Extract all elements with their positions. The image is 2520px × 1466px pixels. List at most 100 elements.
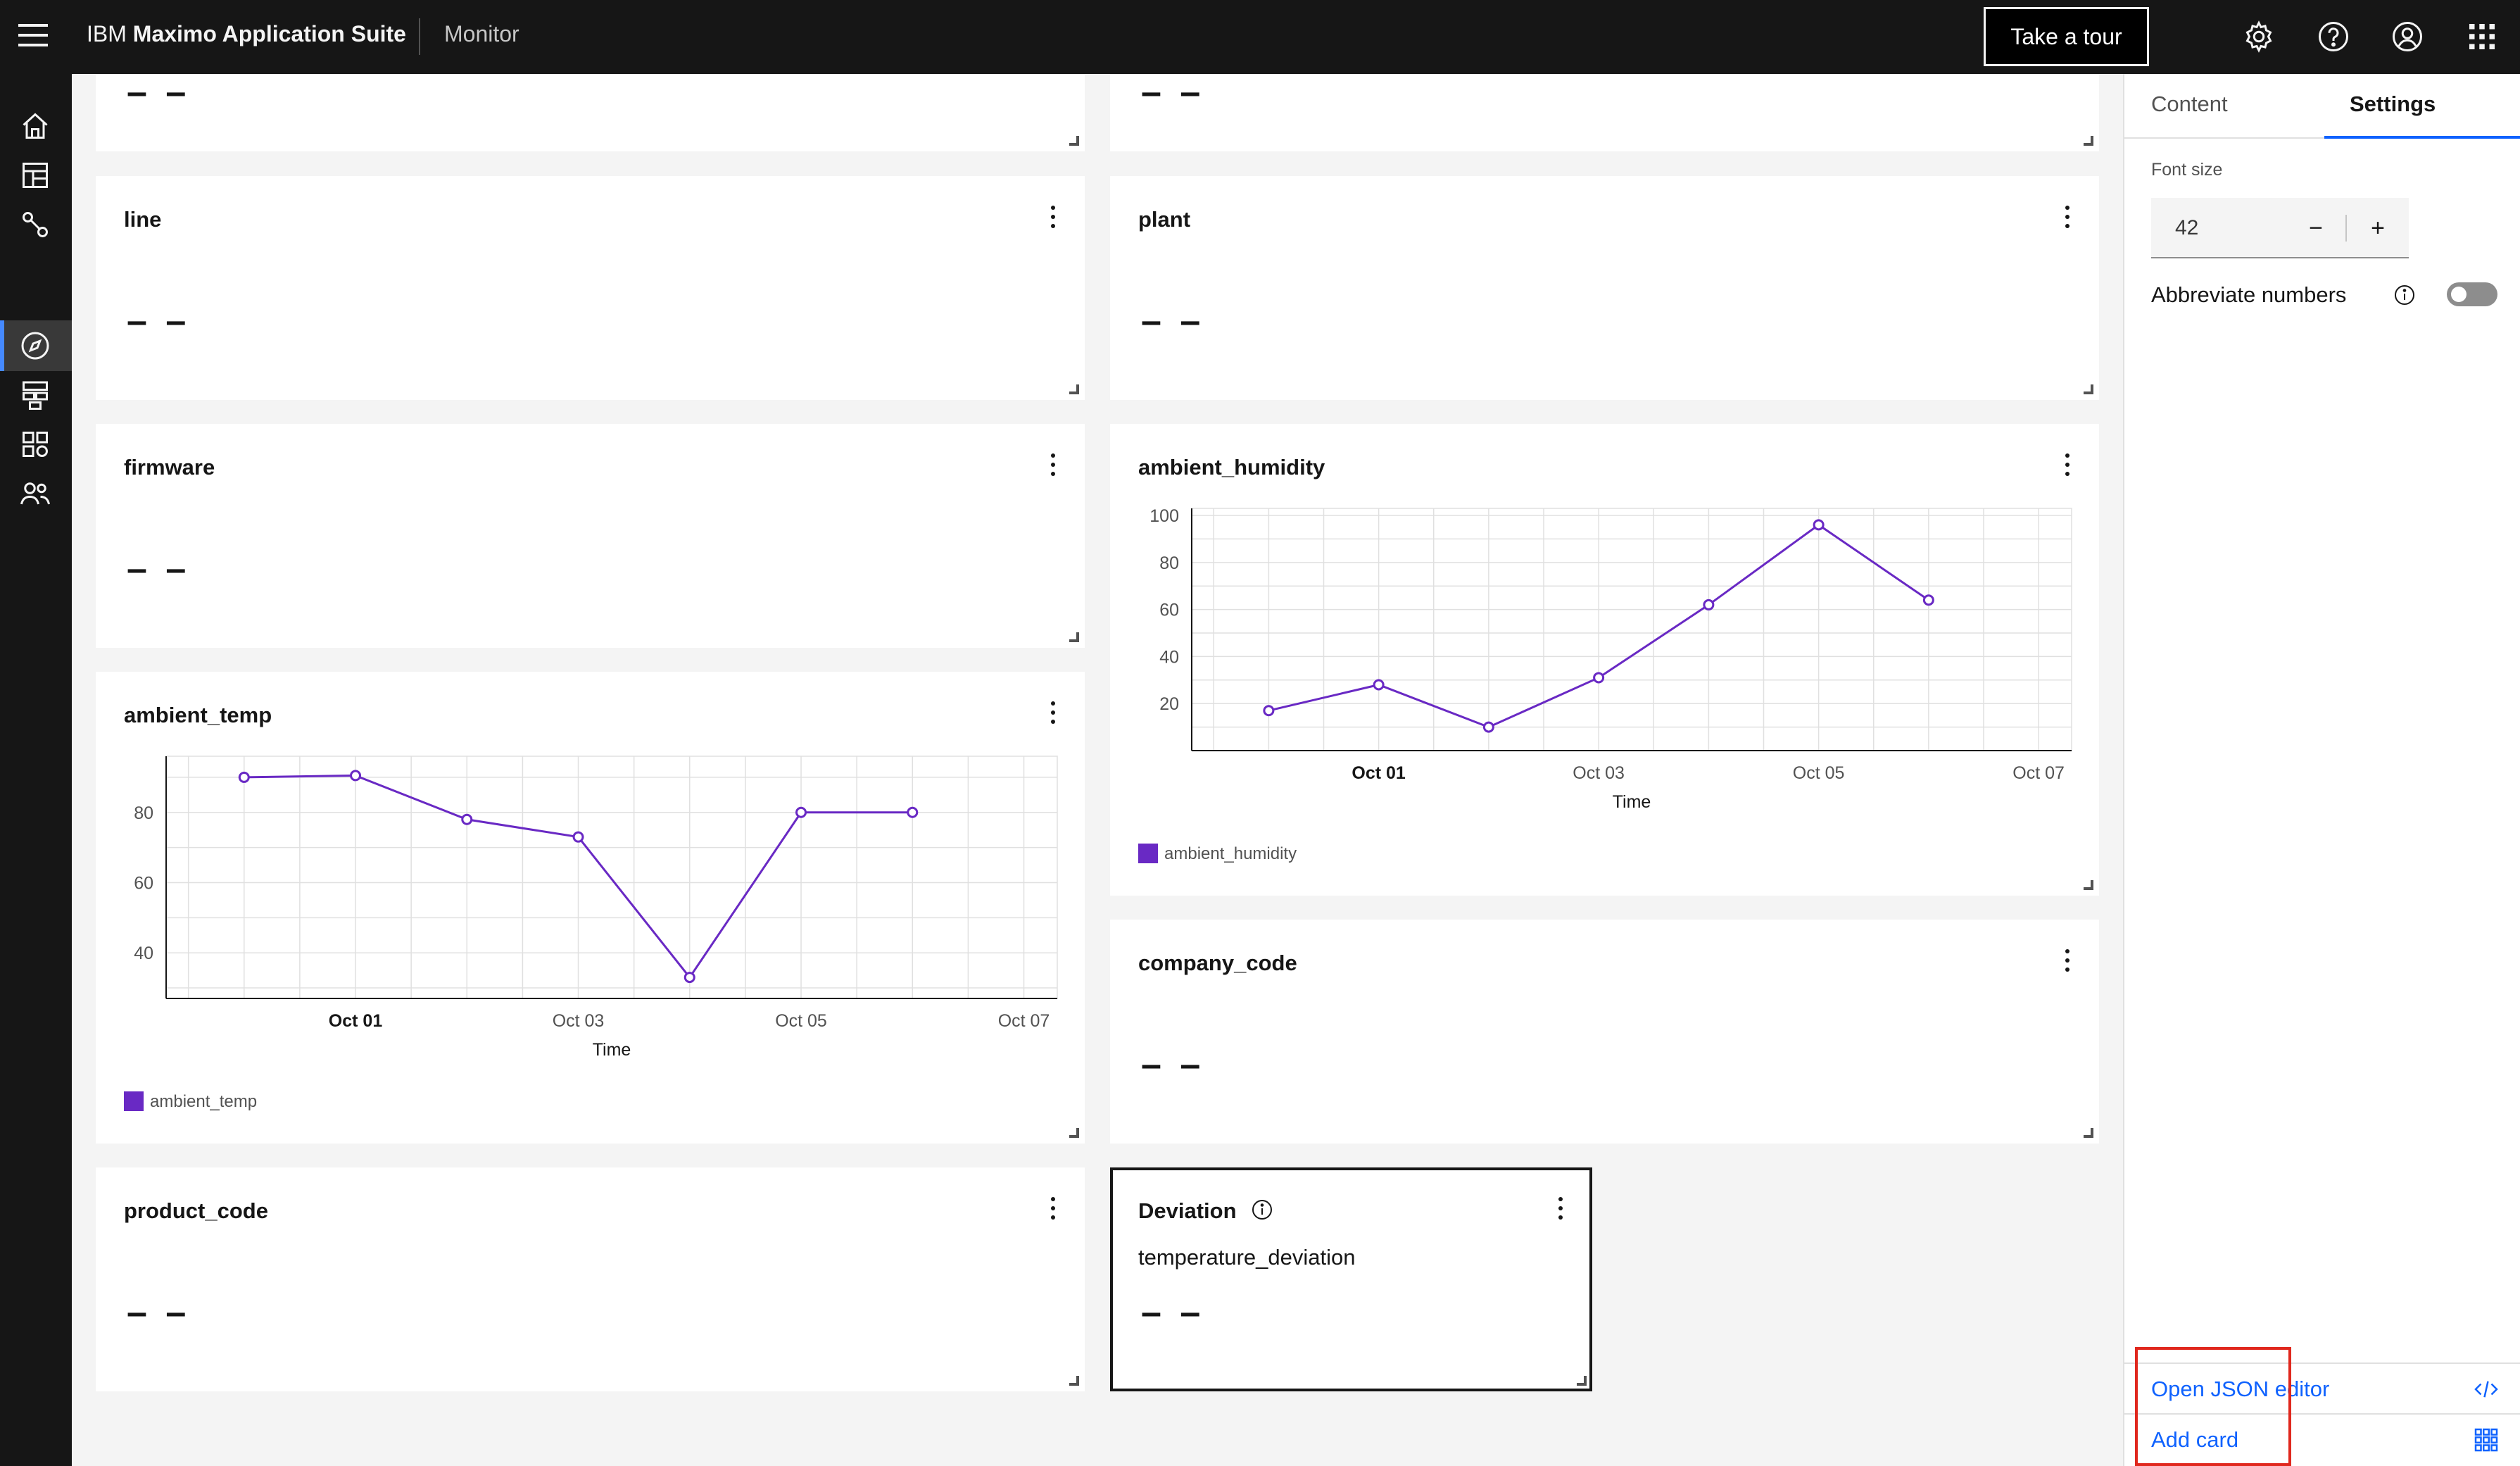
abbreviate-numbers-label: Abbreviate numbers: [2151, 282, 2347, 307]
card-resize-handle[interactable]: [2084, 880, 2093, 890]
overflow-menu-icon[interactable]: [1048, 1197, 1058, 1222]
app-name: Monitor: [444, 21, 519, 46]
overflow-menu-icon[interactable]: [2062, 949, 2072, 975]
card-resize-handle[interactable]: [1069, 632, 1079, 642]
increment-button[interactable]: +: [2347, 209, 2409, 247]
data-point: [1703, 599, 1715, 610]
card-value: – –: [127, 301, 191, 342]
user-avatar-icon[interactable]: [2390, 20, 2424, 54]
card-top-left-partial[interactable]: – –: [96, 74, 1085, 151]
brand-prefix: IBM: [87, 21, 127, 46]
card-title: product_code: [124, 1198, 268, 1223]
help-icon[interactable]: [2317, 20, 2350, 54]
x-tick-label: Oct 01: [1352, 763, 1406, 783]
brand-title[interactable]: IBM Maximo Application Suite: [87, 21, 406, 47]
card-value: – –: [1141, 1292, 1205, 1333]
data-point: [1482, 721, 1494, 733]
tab-settings[interactable]: Settings: [2350, 92, 2436, 117]
card-title: plant: [1138, 207, 1191, 232]
brand-name: Maximo Application Suite: [132, 21, 406, 46]
card-value: – –: [1141, 301, 1205, 342]
y-tick-label: 80: [134, 803, 153, 823]
code-icon[interactable]: [2472, 1375, 2500, 1403]
x-axis-label: Time: [593, 1040, 631, 1060]
menu-icon[interactable]: [18, 24, 48, 49]
data-point: [907, 806, 919, 818]
take-tour-button[interactable]: Take a tour: [1984, 7, 2149, 66]
card-product-code[interactable]: product_code – –: [96, 1167, 1085, 1391]
monitor-compass-icon[interactable]: [18, 329, 52, 363]
legend-swatch: [1138, 844, 1158, 863]
dashboard-icon[interactable]: [18, 158, 52, 192]
card-top-right-partial[interactable]: – –: [1110, 74, 2099, 151]
x-tick-label: Oct 03: [553, 1011, 605, 1031]
legend-label[interactable]: ambient_humidity: [1164, 844, 1297, 864]
card-line[interactable]: line – –: [96, 176, 1085, 400]
legend-label[interactable]: ambient_temp: [150, 1092, 257, 1112]
card-title: Deviation: [1138, 1198, 1237, 1223]
data-point: [1813, 519, 1825, 531]
tab-active-indicator: [2324, 136, 2520, 139]
add-card-grid-icon[interactable]: [2472, 1426, 2500, 1454]
overflow-menu-icon[interactable]: [2062, 206, 2072, 231]
card-deviation[interactable]: Deviation temperature_deviation – –: [1110, 1167, 1592, 1391]
x-tick-label: Oct 05: [1793, 763, 1845, 783]
y-tick-label: 100: [1149, 506, 1179, 526]
card-plant[interactable]: plant – –: [1110, 176, 2099, 400]
info-icon[interactable]: [2393, 284, 2416, 306]
tab-content[interactable]: Content: [2151, 92, 2228, 117]
card-resize-handle[interactable]: [2084, 136, 2093, 146]
card-ambient-temp[interactable]: ambient_temp 40 60 80 Oct 01 Oct 03 Oct 05 Oct…: [96, 672, 1085, 1144]
y-tick-label: 80: [1159, 553, 1179, 573]
highlight-annotation-box: [2135, 1347, 2291, 1466]
abbreviate-numbers-toggle[interactable]: [2447, 282, 2497, 306]
data-point: [1373, 679, 1385, 691]
card-resize-handle[interactable]: [2084, 1128, 2093, 1138]
card-value: – –: [127, 549, 191, 589]
info-icon[interactable]: [1251, 1198, 1273, 1221]
legend-swatch: [124, 1091, 144, 1111]
devices-icon[interactable]: [18, 427, 52, 461]
card-resize-handle[interactable]: [1577, 1376, 1587, 1386]
card-company-code[interactable]: company_code – –: [1110, 920, 2099, 1144]
data-point: [238, 771, 250, 783]
humidity-line-chart: 20 40 60 80 100 Oct 01 Oct 03 Oct 05 Oct 07 Time: [1149, 506, 2072, 812]
x-tick-label: Oct 07: [998, 1011, 1050, 1031]
data-point: [1593, 672, 1605, 684]
card-resize-handle[interactable]: [1069, 384, 1079, 394]
card-value: – –: [1141, 72, 1205, 113]
y-tick-label: 40: [134, 944, 153, 963]
hierarchy-icon[interactable]: [18, 378, 52, 412]
app-switcher-icon[interactable]: [2465, 20, 2499, 54]
users-icon[interactable]: [18, 477, 52, 510]
home-icon[interactable]: [18, 109, 52, 143]
y-tick-label: 40: [1159, 647, 1179, 667]
data-point: [461, 813, 473, 825]
decrement-button[interactable]: −: [2285, 209, 2347, 247]
data-point: [350, 770, 362, 782]
overflow-menu-icon[interactable]: [1556, 1197, 1565, 1222]
left-navigation: [0, 74, 72, 1466]
data-point: [1263, 705, 1275, 717]
card-title: firmware: [124, 455, 215, 480]
x-tick-label: Oct 03: [1573, 763, 1625, 783]
card-value: – –: [127, 1292, 191, 1333]
temp-line-chart: 40 60 80 Oct 01 Oct 03 Oct 05 Oct 07 Time: [134, 756, 1058, 1060]
card-resize-handle[interactable]: [1069, 1128, 1079, 1138]
card-ambient-humidity[interactable]: ambient_humidity 20 40 60 80 100 Oct 01 Oct 03…: [1110, 424, 2099, 896]
card-firmware[interactable]: firmware – –: [96, 424, 1085, 648]
card-resize-handle[interactable]: [1069, 136, 1079, 146]
x-tick-label: Oct 07: [2012, 763, 2065, 783]
y-tick-label: 60: [1159, 601, 1179, 620]
font-size-input[interactable]: 42 − +: [2151, 198, 2409, 258]
connections-icon[interactable]: [18, 208, 52, 242]
overflow-menu-icon[interactable]: [1048, 206, 1058, 231]
overflow-menu-icon[interactable]: [1048, 453, 1058, 479]
y-tick-label: 20: [1159, 694, 1179, 714]
card-resize-handle[interactable]: [1069, 1376, 1079, 1386]
font-size-value[interactable]: 42: [2175, 216, 2198, 240]
settings-gear-icon[interactable]: [2242, 20, 2276, 54]
data-point: [572, 831, 584, 843]
card-resize-handle[interactable]: [2084, 384, 2093, 394]
card-subtitle: temperature_deviation: [1138, 1245, 1356, 1270]
